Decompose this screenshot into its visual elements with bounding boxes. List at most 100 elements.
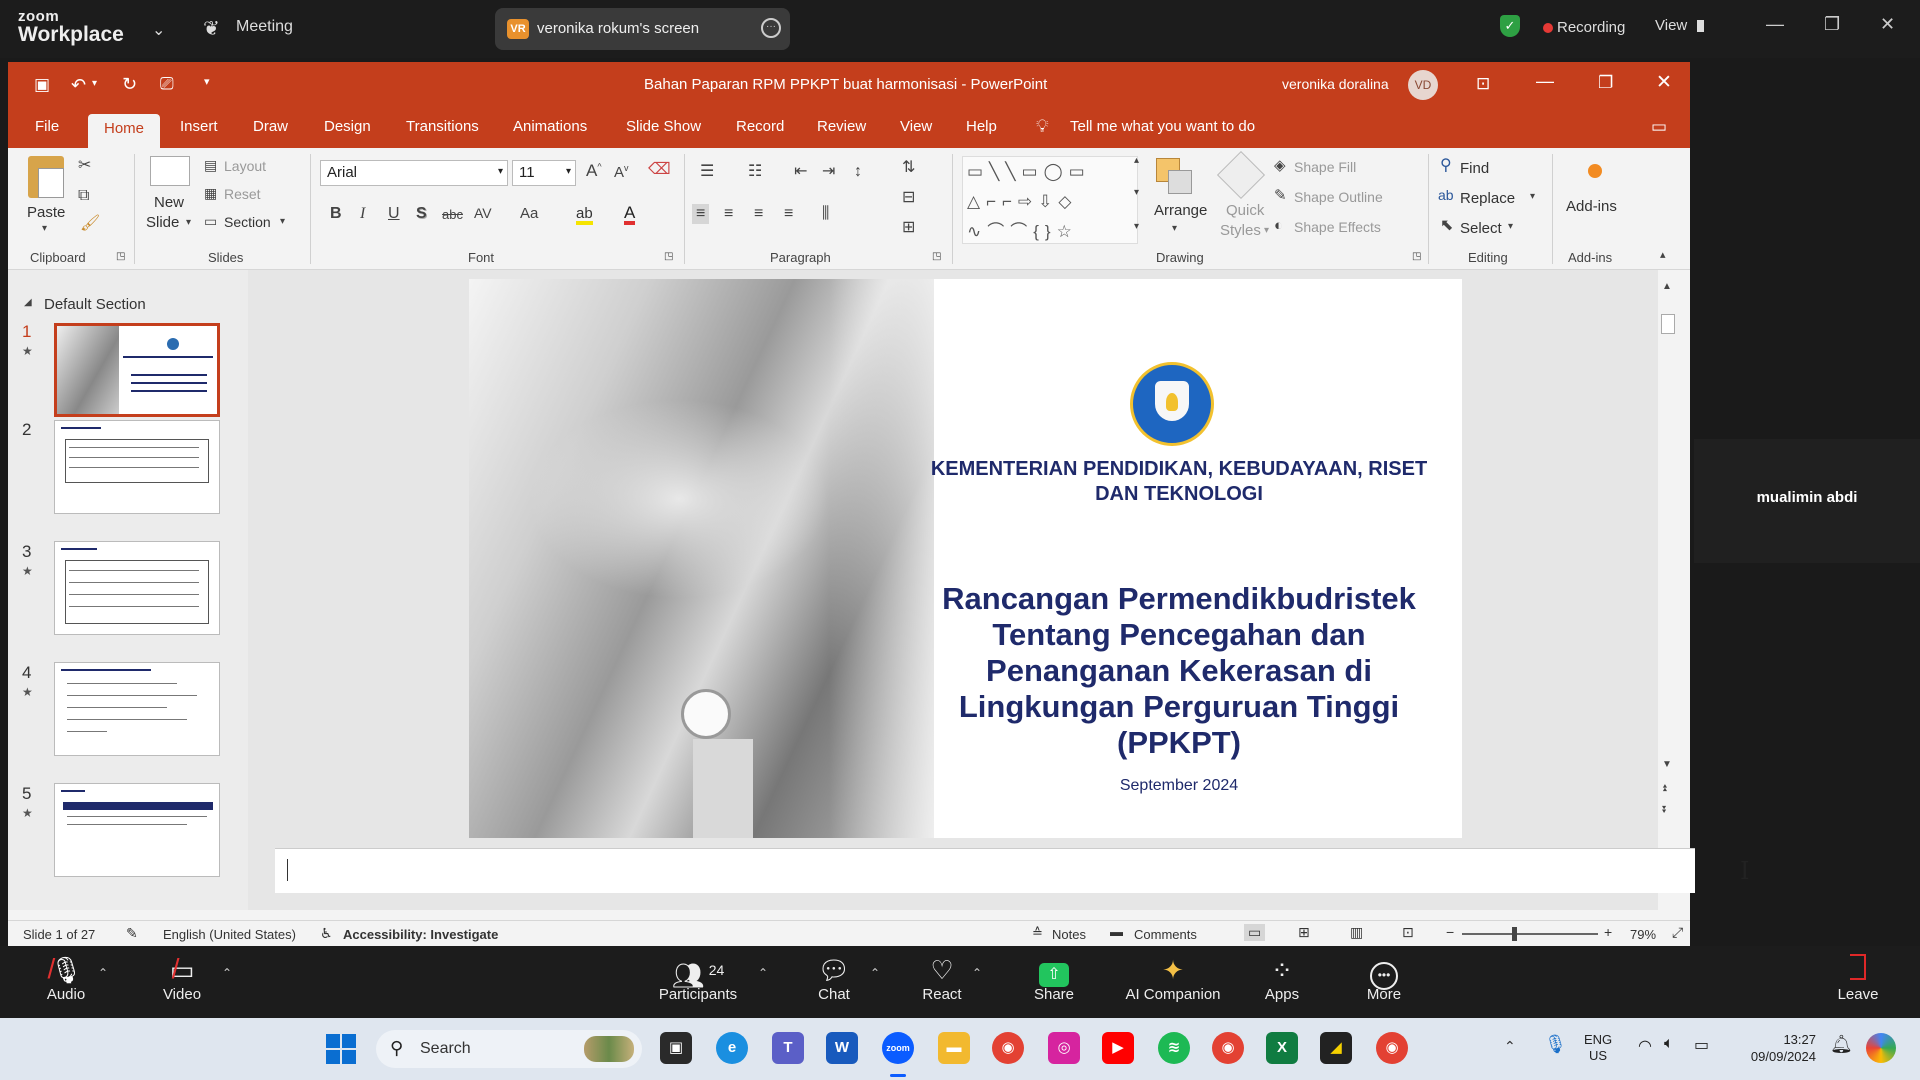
file-explorer-icon[interactable]: ▬ (938, 1032, 970, 1064)
copy-icon[interactable]: ⧉ (78, 188, 89, 204)
tab-transitions[interactable]: Transitions (406, 118, 479, 135)
notes-button[interactable]: Notes (1052, 927, 1086, 942)
replace-icon[interactable]: ab (1438, 188, 1454, 202)
new-slide-icon[interactable] (150, 156, 190, 186)
zoom-level[interactable]: 79% (1630, 927, 1656, 942)
columns-icon[interactable]: ⫼ (822, 206, 829, 222)
cut-icon[interactable]: ✂ (78, 158, 91, 174)
shape-fill-button[interactable]: Shape Fill (1294, 159, 1356, 175)
audio-options-chevron-icon[interactable]: ⌃ (98, 966, 108, 980)
react-options-chevron-icon[interactable]: ⌃ (972, 966, 982, 980)
paste-button[interactable]: Paste (27, 204, 65, 221)
sticky-notes-icon[interactable]: ◢ (1320, 1032, 1352, 1064)
align-text-icon[interactable]: ⊟ (902, 190, 915, 206)
shadow-icon[interactable]: S (416, 206, 427, 222)
ppt-close-icon[interactable]: ✕ (1656, 73, 1672, 92)
tab-slide-show[interactable]: Slide Show (626, 118, 701, 135)
more-options-icon[interactable]: ··· (761, 18, 781, 38)
chrome-icon[interactable]: ◉ (992, 1032, 1024, 1064)
notes-icon[interactable]: ≙ (1032, 925, 1043, 941)
add-ins-icon[interactable] (1588, 164, 1602, 178)
taskbar-search-box[interactable]: ⚲ Search (376, 1030, 642, 1068)
user-avatar[interactable]: VD (1408, 70, 1438, 100)
ai-companion-button[interactable]: ✦ AI Companion (1122, 954, 1224, 1003)
slide-thumbnail-3[interactable] (54, 541, 220, 635)
instagram-icon[interactable]: ◎ (1048, 1032, 1080, 1064)
present-icon[interactable]: ⎚ (160, 75, 174, 92)
wifi-icon[interactable]: ◠ (1638, 1036, 1652, 1056)
drawing-launcher-icon[interactable]: ◳ (1412, 252, 1421, 262)
select-button[interactable]: Select (1460, 220, 1502, 237)
collapse-ribbon-icon[interactable]: ▴ (1660, 250, 1666, 261)
shapes-gallery[interactable]: ▭╲╲▭◯▭ △⌐⌐⇨⇩◇ ∿⌒⌒{}☆ (962, 156, 1138, 244)
microphone-icon[interactable]: 🎙︎ (1544, 1034, 1567, 1055)
shapes-scroll-down-icon[interactable]: ▾ (1134, 188, 1139, 198)
task-view-icon[interactable]: ▣ (660, 1032, 692, 1064)
quick-styles-label-2[interactable]: Styles (1220, 222, 1261, 239)
shield-icon[interactable]: ✓ (1500, 15, 1520, 37)
section-collapse-icon[interactable]: ◢ (24, 298, 32, 308)
slide-thumbnail-2[interactable] (54, 420, 220, 514)
chrome-profile-icon[interactable]: ◉ (1212, 1032, 1244, 1064)
quick-styles-dropdown-icon[interactable]: ▾ (1264, 226, 1269, 236)
comments-button[interactable]: Comments (1134, 927, 1197, 942)
select-dropdown-icon[interactable]: ▾ (1508, 222, 1513, 232)
font-size-dropdown-icon[interactable]: ▾ (566, 166, 571, 177)
user-name[interactable]: veronika doralina (1282, 76, 1389, 92)
view-icon[interactable] (1697, 20, 1704, 32)
reading-view-icon[interactable]: ▥ (1350, 924, 1363, 941)
clock[interactable]: 13:27 09/09/2024 (1742, 1031, 1816, 1065)
section-dropdown-icon[interactable]: ▾ (280, 217, 285, 227)
underline-icon[interactable]: U (388, 206, 400, 222)
shapes-scroll-up-icon[interactable]: ▴ (1134, 156, 1139, 166)
align-center-icon[interactable]: ≡ (724, 206, 733, 222)
zoom-out-icon[interactable]: − (1446, 924, 1454, 940)
arrange-dropdown-icon[interactable]: ▾ (1172, 224, 1177, 234)
quick-styles-icon[interactable] (1216, 150, 1266, 200)
add-ins-button[interactable]: Add-ins (1566, 198, 1617, 215)
tell-me-search[interactable]: Tell me what you want to do (1070, 118, 1255, 135)
section-icon[interactable]: ▭ (204, 214, 217, 228)
undo-dropdown-icon[interactable]: ▾ (92, 79, 97, 89)
bold-icon[interactable]: B (330, 206, 342, 222)
slide-thumbnail-1[interactable] (54, 323, 220, 417)
react-button[interactable]: ♡ React (918, 954, 966, 1003)
ppt-restore-icon[interactable]: ❐ (1598, 74, 1613, 91)
clear-formatting-icon[interactable]: ⌫ (648, 162, 671, 178)
format-painter-icon[interactable]: 🖌︎ (80, 216, 100, 232)
numbering-icon[interactable]: ☷ (748, 164, 762, 180)
align-right-icon[interactable]: ≡ (754, 206, 763, 222)
decrease-indent-icon[interactable]: ⇤ (794, 164, 807, 180)
tab-insert[interactable]: Insert (180, 118, 218, 135)
teams-icon[interactable]: T (772, 1032, 804, 1064)
italic-icon[interactable]: I (360, 206, 365, 222)
line-spacing-icon[interactable]: ↕ (854, 164, 862, 180)
tab-view[interactable]: View (900, 118, 932, 135)
text-direction-icon[interactable]: ⇅ (902, 160, 915, 176)
tab-review[interactable]: Review (817, 118, 866, 135)
highlight-icon[interactable]: ab (576, 206, 593, 225)
word-icon[interactable]: W (826, 1032, 858, 1064)
participant-tile[interactable]: mualimin abdi (1694, 439, 1920, 563)
slide-scroll-down-icon[interactable]: ▼ (1662, 760, 1672, 770)
find-icon[interactable]: ⚲ (1440, 158, 1452, 174)
shapes-more-icon[interactable]: ▾ (1134, 222, 1139, 232)
new-slide-label-1[interactable]: New (154, 194, 184, 211)
save-icon[interactable]: ▣ (34, 76, 50, 93)
view-button[interactable]: View (1655, 17, 1687, 34)
leave-button[interactable]: Leave (1836, 954, 1880, 1003)
recording-label[interactable]: Recording (1557, 19, 1625, 36)
font-name-box[interactable]: Arial ▾ (320, 160, 508, 186)
youtube-icon[interactable]: ▶ (1102, 1032, 1134, 1064)
show-hidden-icons-icon[interactable]: ⌃ (1504, 1038, 1516, 1055)
slide-thumbnail-5[interactable] (54, 783, 220, 877)
language-status[interactable]: English (United States) (163, 927, 296, 942)
replace-button[interactable]: Replace (1460, 190, 1515, 207)
next-slide-icon[interactable]: ⏬︎ (1662, 806, 1667, 816)
comments-status-icon[interactable]: ▬ (1110, 924, 1123, 939)
tab-record[interactable]: Record (736, 118, 784, 135)
volume-icon[interactable]: 🔈︎ (1664, 1035, 1674, 1053)
meeting-label[interactable]: Meeting (236, 18, 293, 36)
strikethrough-icon[interactable]: abc (442, 208, 463, 221)
shape-effects-button[interactable]: Shape Effects (1294, 219, 1381, 235)
